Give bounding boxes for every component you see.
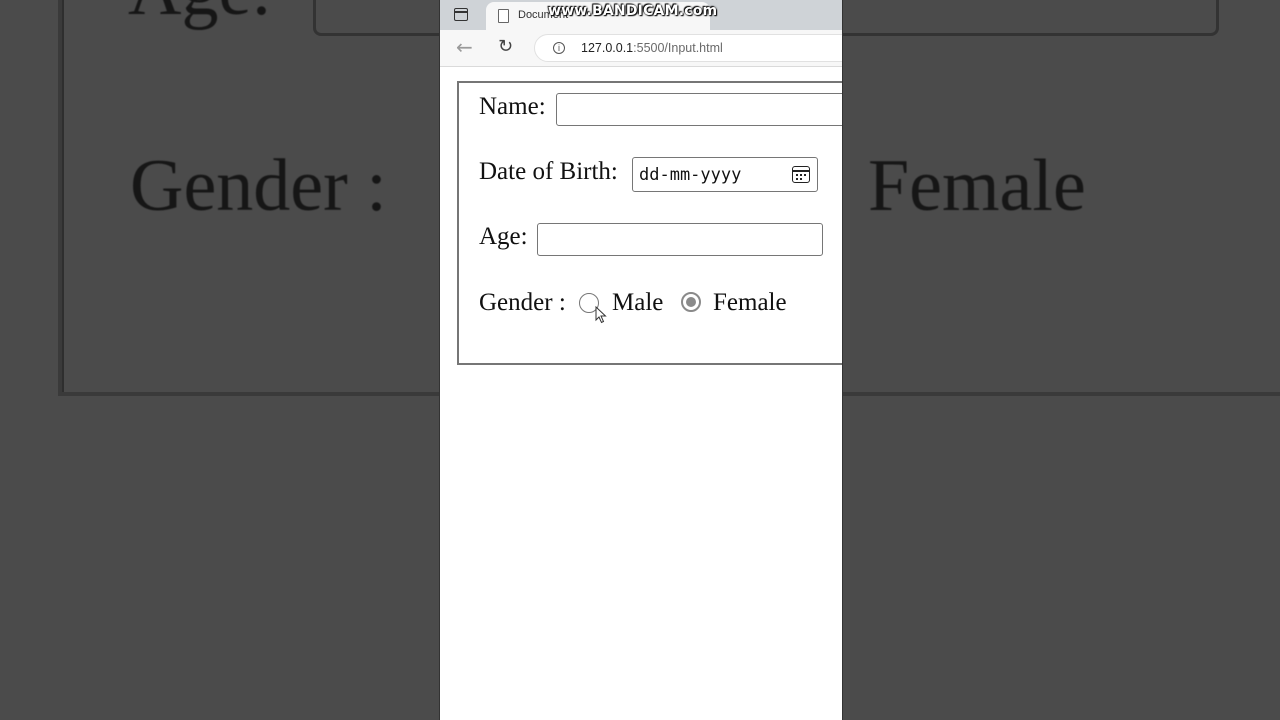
page-icon: [498, 9, 509, 23]
url-path: :5500/Input.html: [633, 41, 723, 55]
browser-window: Document www.BANDICAM.com ← ↻ i 127.0.0.…: [439, 0, 843, 720]
gender-label: Gender :: [479, 289, 566, 316]
browser-toolbar: ← ↻ i 127.0.0.1:5500/Input.html: [440, 30, 842, 67]
dob-label: Date of Birth:: [479, 158, 618, 185]
male-label: Male: [612, 289, 664, 316]
background-age-label: Age:: [128, 0, 272, 33]
name-label: Name:: [479, 93, 546, 120]
arrow-left-icon[interactable]: ←: [456, 36, 473, 58]
tab-bar: Document www.BANDICAM.com: [440, 0, 842, 30]
reload-icon[interactable]: ↻: [498, 36, 513, 58]
tab-strip-icon[interactable]: [454, 8, 468, 21]
background-female-label: Female: [868, 145, 1086, 227]
info-icon[interactable]: i: [553, 42, 565, 54]
background-gender-label: Gender :: [130, 145, 387, 227]
dob-date-input[interactable]: dd-mm-yyyy: [632, 157, 818, 192]
url-text: 127.0.0.1:5500/Input.html: [581, 41, 723, 55]
url-host: 127.0.0.1: [581, 41, 634, 55]
bandicam-watermark: www.BANDICAM.com: [548, 3, 718, 19]
name-input[interactable]: [556, 93, 842, 126]
female-radio[interactable]: [681, 292, 701, 312]
address-bar[interactable]: i 127.0.0.1:5500/Input.html: [534, 34, 842, 62]
age-label: Age:: [479, 223, 528, 250]
female-label: Female: [713, 289, 787, 316]
dob-placeholder: dd-mm-yyyy: [639, 165, 742, 185]
calendar-icon[interactable]: [792, 166, 810, 183]
age-input[interactable]: [537, 223, 823, 256]
